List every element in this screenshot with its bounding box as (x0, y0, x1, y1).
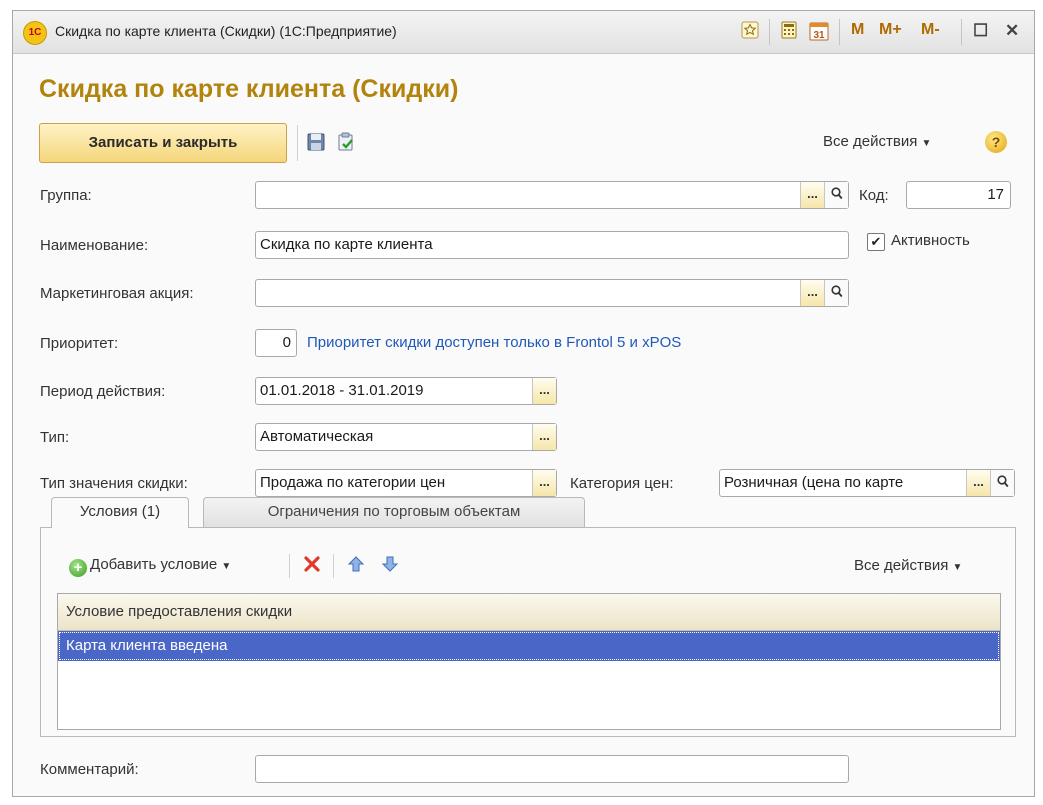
code-label: Код: (859, 187, 889, 204)
table-row[interactable]: Карта клиента введена (58, 631, 1000, 661)
price-category-label: Категория цен: (570, 475, 674, 492)
toolbar-separator (839, 19, 840, 45)
app-window: 1С Скидка по карте клиента (Скидки) (1С:… (12, 10, 1035, 797)
type-value: Автоматическая (260, 428, 374, 445)
svg-text:31: 31 (813, 30, 825, 41)
group-label: Группа: (40, 187, 92, 204)
add-condition-label: Добавить условие (90, 556, 218, 573)
post-document-icon[interactable] (335, 132, 357, 154)
marketing-select-button[interactable]: ... (800, 280, 824, 306)
active-checkbox[interactable]: ✔ (867, 233, 885, 251)
type-label: Тип: (40, 429, 70, 446)
tab-trade-objects[interactable]: Ограничения по торговым объектам (203, 497, 585, 527)
search-icon[interactable] (824, 280, 848, 306)
tab-conditions[interactable]: Условия (1) (51, 497, 189, 528)
type-field[interactable]: Автоматическая ... (255, 423, 557, 451)
price-category-field[interactable]: Розничная (цена по карте ... (719, 469, 1015, 497)
type-select-button[interactable]: ... (532, 424, 556, 450)
value-type-field[interactable]: Продажа по категории цен ... (255, 469, 557, 497)
toolbar-separator (289, 554, 290, 578)
period-field[interactable]: 01.01.2018 - 31.01.2019 ... (255, 377, 557, 405)
memory-plus-button[interactable]: M+ (879, 21, 902, 39)
value-type-select-button[interactable]: ... (532, 470, 556, 496)
page-title: Скидка по карте клиента (Скидки) (39, 75, 459, 103)
calendar-icon[interactable]: 31 (809, 21, 829, 41)
comment-label: Комментарий: (40, 761, 139, 778)
code-value: 17 (987, 186, 1004, 203)
arrow-up-icon[interactable] (345, 555, 367, 577)
delete-icon[interactable] (301, 555, 323, 577)
add-condition-button[interactable]: + Добавить условие ▼ (69, 556, 231, 577)
column-header[interactable]: Условие предоставления скидки (66, 603, 292, 620)
name-label: Наименование: (40, 237, 149, 254)
group-select-button[interactable]: ... (800, 182, 824, 208)
window-title: Скидка по карте клиента (Скидки) (1С:Пре… (55, 23, 397, 39)
toolbar-separator (961, 19, 962, 45)
marketing-label: Маркетинговая акция: (40, 285, 194, 302)
name-field[interactable]: Скидка по карте клиента (255, 231, 849, 259)
memory-m-button[interactable]: M (851, 21, 864, 39)
toolbar-separator (297, 125, 298, 161)
arrow-down-icon[interactable] (379, 555, 401, 577)
name-value: Скидка по карте клиента (260, 236, 433, 253)
all-actions-label: Все действия (854, 557, 949, 574)
priority-field[interactable]: 0 (255, 329, 297, 357)
active-label: Активность (891, 232, 970, 249)
toolbar-separator (769, 19, 770, 45)
table-header: Условие предоставления скидки (58, 594, 1000, 631)
conditions-all-actions-menu[interactable]: Все действия ▼ (854, 557, 962, 574)
save-and-close-button[interactable]: Записать и закрыть (39, 123, 287, 163)
star-icon[interactable] (740, 21, 760, 41)
table-cell: Карта клиента введена (66, 637, 228, 654)
add-icon: + (69, 559, 87, 577)
all-actions-menu[interactable]: Все действия ▼ (823, 133, 931, 150)
close-icon[interactable]: ✕ (1005, 21, 1019, 41)
priority-value: 0 (282, 334, 291, 351)
period-label: Период действия: (40, 383, 166, 400)
value-type-value: Продажа по категории цен (260, 474, 446, 491)
search-icon[interactable] (990, 470, 1014, 496)
calculator-icon[interactable] (779, 21, 799, 41)
dropdown-arrow-icon: ▼ (952, 562, 963, 573)
marketing-field[interactable]: ... (255, 279, 849, 307)
price-category-select-button[interactable]: ... (966, 470, 990, 496)
toolbar-separator (333, 554, 334, 578)
code-field[interactable]: 17 (906, 181, 1011, 209)
dropdown-arrow-icon: ▼ (921, 138, 932, 149)
search-icon[interactable] (824, 182, 848, 208)
1c-logo-icon: 1С (23, 21, 47, 45)
floppy-save-icon[interactable] (305, 132, 327, 154)
priority-label: Приоритет: (40, 335, 119, 352)
period-select-button[interactable]: ... (532, 378, 556, 404)
price-category-value: Розничная (цена по карте (724, 474, 904, 491)
title-bar: 1С Скидка по карте клиента (Скидки) (1С:… (13, 11, 1034, 54)
maximize-icon[interactable]: ☐ (973, 21, 988, 41)
all-actions-label: Все действия (823, 133, 918, 150)
comment-field[interactable] (255, 755, 849, 783)
value-type-label: Тип значения скидки: (40, 475, 188, 492)
memory-minus-button[interactable]: M- (921, 21, 940, 39)
conditions-table: Условие предоставления скидки Карта клие… (57, 593, 1001, 730)
conditions-panel: + Добавить условие ▼ Все действия ▼ Услов… (40, 527, 1016, 737)
help-icon[interactable]: ? (985, 131, 1007, 153)
period-value: 01.01.2018 - 31.01.2019 (260, 382, 424, 399)
dropdown-arrow-icon: ▼ (221, 561, 232, 572)
group-field[interactable]: ... (255, 181, 849, 209)
priority-note: Приоритет скидки доступен только в Front… (307, 334, 682, 351)
